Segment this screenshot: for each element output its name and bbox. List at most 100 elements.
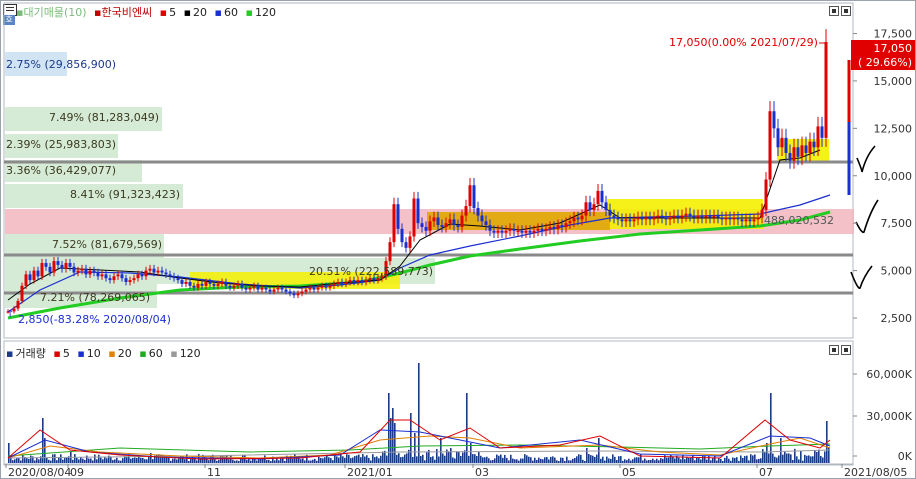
candle	[692, 215, 696, 218]
volume-bar	[568, 460, 570, 463]
volume-bar	[750, 454, 752, 463]
volume-bar	[462, 452, 464, 463]
volume-bar	[104, 456, 106, 463]
volume-bar	[102, 459, 104, 463]
volume-bar	[552, 456, 554, 463]
candle	[792, 147, 796, 161]
volume-bar	[534, 457, 536, 463]
volume-bar	[172, 458, 174, 463]
candle	[152, 268, 156, 273]
volume-bar	[130, 458, 132, 463]
volume-bar	[700, 459, 702, 463]
volume-bar	[196, 460, 198, 463]
volume-bar	[406, 453, 408, 463]
candle	[488, 225, 492, 231]
volume-bar	[782, 454, 784, 463]
candle	[260, 287, 264, 290]
volume-bar	[614, 456, 616, 463]
volume-bar	[188, 460, 190, 463]
volume-bar	[716, 460, 718, 463]
volume-bar	[362, 454, 364, 463]
candle	[688, 213, 692, 216]
volume-bar	[342, 456, 344, 463]
volume-bar	[524, 454, 526, 463]
volume-bar	[232, 459, 234, 463]
candle	[100, 274, 104, 277]
candle	[600, 190, 604, 203]
candle	[404, 242, 408, 248]
volume-bar	[20, 460, 22, 463]
volume-bar	[436, 449, 438, 463]
volume-profile-label: 7.52% (81,679,569)	[52, 238, 163, 251]
candle	[180, 280, 184, 284]
candle	[332, 283, 336, 286]
volume-bar	[208, 460, 210, 463]
volume-bar	[582, 459, 584, 463]
candle	[316, 287, 320, 290]
candle	[32, 270, 36, 281]
price-label: 10,000	[874, 170, 913, 183]
candle	[564, 223, 568, 227]
price-label: 12,500	[874, 122, 913, 135]
candle	[92, 270, 96, 273]
volume-bar	[694, 460, 696, 463]
volume-bar	[348, 454, 350, 463]
candle	[516, 230, 520, 232]
volume-bar	[46, 457, 48, 463]
volume-bar	[50, 460, 52, 463]
volume-bar	[152, 459, 154, 463]
volume-bar	[300, 459, 302, 463]
candle	[604, 202, 608, 210]
volume-bar	[802, 460, 804, 463]
candle	[640, 217, 644, 220]
volume-profile-label: 8.41% (91,323,423)	[70, 188, 181, 201]
candle	[780, 137, 784, 148]
volume-bar	[28, 459, 30, 463]
candle	[240, 283, 244, 288]
volume-bar	[324, 457, 326, 463]
price-label: 2,500	[881, 312, 913, 325]
candle	[652, 217, 656, 220]
volume-bar	[760, 458, 762, 463]
candle	[76, 270, 80, 273]
volume-bar	[252, 459, 254, 463]
volume-bar	[816, 451, 818, 463]
volume-bar	[806, 455, 808, 463]
volume-bar	[332, 460, 334, 463]
candle	[220, 281, 224, 284]
candle	[104, 274, 108, 279]
candle	[772, 111, 776, 129]
candle	[24, 274, 28, 286]
candle	[684, 213, 688, 216]
candle	[44, 263, 48, 267]
volume-bar	[612, 454, 614, 463]
volume-profile-label: 7.21% (78,269,065)	[40, 291, 151, 304]
volume-bar	[668, 457, 670, 463]
candle	[348, 280, 352, 282]
volume-label: 60,000K	[866, 368, 912, 381]
price-label: 7,500	[881, 217, 913, 230]
volume-bar	[576, 456, 578, 463]
volume-bar	[644, 458, 646, 463]
volume-bar	[96, 459, 98, 463]
volume-bar	[98, 454, 100, 463]
candle	[368, 278, 372, 281]
candle	[492, 230, 496, 233]
volume-bar	[488, 458, 490, 463]
volume-bar	[496, 454, 498, 463]
check-mark-icon	[856, 145, 876, 173]
candle	[212, 283, 216, 286]
volume-bar	[740, 455, 742, 463]
candle	[816, 126, 820, 148]
candle	[80, 268, 84, 271]
volume-bar	[256, 460, 258, 463]
volume-bar	[218, 459, 220, 463]
volume-bar	[792, 459, 794, 463]
candle	[424, 226, 428, 231]
volume-bar	[422, 454, 424, 463]
volume-bar	[94, 454, 96, 463]
volume-bar	[136, 457, 138, 463]
candle	[796, 147, 800, 157]
volume-bar	[468, 455, 470, 463]
volume-bar	[78, 459, 80, 463]
